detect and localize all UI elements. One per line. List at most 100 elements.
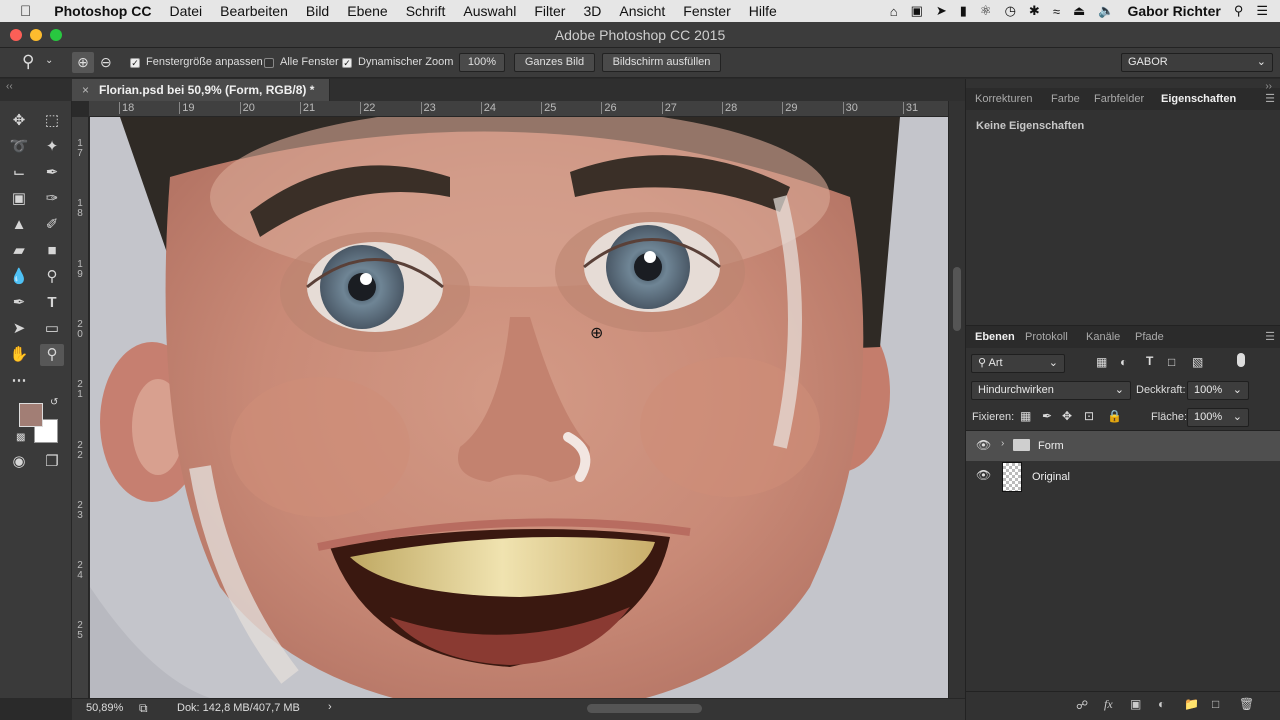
dodge-tool-icon[interactable]: ⚲ (40, 266, 64, 288)
filter-shape-icon[interactable]: □ (1168, 355, 1175, 369)
screen-mode-icon[interactable]: ❐ (40, 451, 64, 473)
menu-bild[interactable]: Bild (297, 3, 338, 19)
time-machine-icon[interactable]: ◷ (1005, 3, 1016, 19)
crop-tool-icon[interactable]: ⌙ (7, 162, 31, 184)
document-canvas[interactable]: ⊕ (90, 117, 948, 698)
battery-icon[interactable]: ▮ (960, 3, 967, 19)
tab-korrekturen[interactable]: Korrekturen (975, 88, 1032, 110)
default-colors-icon[interactable]: ▩ (16, 432, 25, 443)
zoom-out-icon[interactable]: ⊖ (100, 52, 112, 73)
eject-icon[interactable]: ⏏ (1073, 3, 1085, 19)
chevron-down-icon[interactable]: ⌄ (45, 55, 53, 66)
move-tool-icon[interactable]: ✥ (7, 110, 31, 132)
status-zoom[interactable]: 50,89% (86, 702, 123, 714)
type-tool-icon[interactable]: T (40, 292, 64, 314)
layer-row-original[interactable]: 👁 Original (966, 461, 1280, 493)
vertical-scroll-thumb[interactable] (953, 267, 961, 331)
menu-ansicht[interactable]: Ansicht (610, 3, 674, 19)
lock-position-icon[interactable]: ✥ (1062, 409, 1072, 423)
wifi-icon[interactable]: ≈ (1053, 4, 1060, 19)
status-app-icon[interactable]: ▣ (911, 3, 923, 19)
history-brush-tool-icon[interactable]: ✐ (40, 214, 64, 236)
menu-ebene[interactable]: Ebene (338, 3, 396, 19)
zoom-window-button[interactable] (50, 29, 62, 41)
zoom-tool-icon[interactable]: ⚲ (40, 344, 64, 366)
lock-image-icon[interactable]: ✒ (1042, 409, 1052, 423)
send-icon[interactable]: ➤ (936, 3, 947, 19)
resize-windows-checkbox[interactable]: ✓ (130, 57, 140, 69)
collapse-toolbar-icon[interactable]: ‹‹ (6, 81, 13, 92)
spotlight-search-icon[interactable]: ⚲ (1234, 3, 1244, 19)
eraser-tool-icon[interactable]: ▰ (7, 240, 31, 262)
tab-farbfelder[interactable]: Farbfelder (1094, 88, 1144, 110)
filter-adjustment-icon[interactable]: ◐ (1120, 355, 1127, 369)
path-selection-tool-icon[interactable]: ➤ (7, 318, 31, 340)
marquee-tool-icon[interactable]: ⬚ (40, 110, 64, 132)
lock-artboard-icon[interactable]: ⊡ (1084, 409, 1094, 423)
filter-pixel-icon[interactable]: ▦ (1096, 355, 1107, 369)
fit-screen-button[interactable]: Ganzes Bild (514, 53, 595, 72)
fill-field[interactable]: 100% ⌄ (1187, 408, 1249, 427)
close-document-icon[interactable]: × (82, 79, 89, 101)
lock-transparent-icon[interactable]: ▦ (1020, 409, 1031, 423)
fill-screen-button[interactable]: Bildschirm ausfüllen (602, 53, 721, 72)
pen-tool-icon[interactable]: ✒ (7, 292, 31, 314)
layer-row-form[interactable]: 👁 › Form (966, 431, 1280, 461)
rectangle-tool-icon[interactable]: ▭ (40, 318, 64, 340)
zoom-in-icon[interactable]: ⊕ (72, 52, 94, 73)
menu-bearbeiten[interactable]: Bearbeiten (211, 3, 297, 19)
zoom-tool-preset-icon[interactable]: ⚲ (22, 52, 34, 72)
visibility-eye-icon[interactable]: 👁 (976, 468, 991, 482)
lasso-tool-icon[interactable]: ➰ (7, 136, 31, 158)
menu-datei[interactable]: Datei (160, 3, 211, 19)
filter-smart-object-icon[interactable]: ▧ (1192, 355, 1203, 369)
dynamic-zoom-checkbox[interactable]: ✓ (342, 57, 352, 69)
collapse-panels-icon[interactable]: ›› (1265, 81, 1272, 92)
menu-3d[interactable]: 3D (574, 3, 610, 19)
new-layer-icon[interactable]: □ (1212, 697, 1219, 711)
menu-auswahl[interactable]: Auswahl (454, 3, 525, 19)
filter-type-icon[interactable]: T (1146, 354, 1153, 368)
hand-tool-icon[interactable]: ✋ (7, 344, 31, 366)
notification-center-icon[interactable]: ☰ (1256, 3, 1268, 19)
menu-fenster[interactable]: Fenster (674, 3, 739, 19)
apple-icon[interactable]:  (0, 3, 45, 20)
more-tools-icon[interactable]: ⋯ (7, 370, 31, 392)
adjustment-layer-icon[interactable]: ◐ (1158, 697, 1165, 711)
menu-hilfe[interactable]: Hilfe (740, 3, 786, 19)
tab-eigenschaften[interactable]: Eigenschaften (1161, 88, 1236, 110)
tab-ebenen[interactable]: Ebenen (975, 326, 1015, 348)
bluetooth-icon[interactable]: ✱ (1029, 3, 1040, 19)
home-icon[interactable]: ⌂ (890, 4, 898, 19)
blend-mode-select[interactable]: Hindurchwirken ⌄ (971, 381, 1131, 400)
status-menu-arrow-icon[interactable]: › (328, 701, 332, 713)
layer-name[interactable]: Original (1032, 471, 1070, 483)
trash-icon[interactable]: 🗑 (1239, 697, 1254, 711)
menu-schrift[interactable]: Schrift (397, 3, 455, 19)
clone-stamp-tool-icon[interactable]: ▲ (7, 214, 31, 236)
tab-farbe[interactable]: Farbe (1051, 88, 1080, 110)
quick-mask-icon[interactable]: ◉ (7, 451, 31, 473)
close-window-button[interactable] (10, 29, 22, 41)
gradient-tool-icon[interactable]: ■ (40, 240, 64, 262)
zoom-value-field[interactable]: 100% (459, 53, 505, 72)
add-mask-icon[interactable]: ▣ (1130, 697, 1141, 711)
expand-group-icon[interactable]: › (1001, 438, 1004, 449)
app-menu[interactable]: Photoshop CC (45, 3, 160, 19)
layer-style-fx-icon[interactable]: fx (1104, 697, 1113, 712)
menu-filter[interactable]: Filter (525, 3, 574, 19)
workspace-select[interactable]: GABOR ⌄ (1121, 53, 1273, 72)
visibility-eye-icon[interactable]: 👁 (976, 438, 991, 452)
eyedropper-tool-icon[interactable]: ✒ (40, 162, 64, 184)
share-icon[interactable]: ⧉ (139, 701, 148, 716)
horizontal-scroll-thumb[interactable] (587, 704, 702, 713)
quick-selection-tool-icon[interactable]: ✦ (40, 136, 64, 158)
user-menu[interactable]: Gabor Richter (1127, 3, 1220, 19)
lock-all-icon[interactable]: 🔒 (1107, 409, 1122, 423)
healing-brush-tool-icon[interactable]: ▣ (7, 188, 31, 210)
all-windows-checkbox[interactable] (264, 57, 274, 69)
vertical-scrollbar[interactable] (948, 101, 965, 698)
tab-kanaele[interactable]: Kanäle (1086, 326, 1120, 348)
layer-filter-select[interactable]: ⚲ Art ⌄ (971, 354, 1065, 373)
layer-name[interactable]: Form (1038, 440, 1064, 452)
